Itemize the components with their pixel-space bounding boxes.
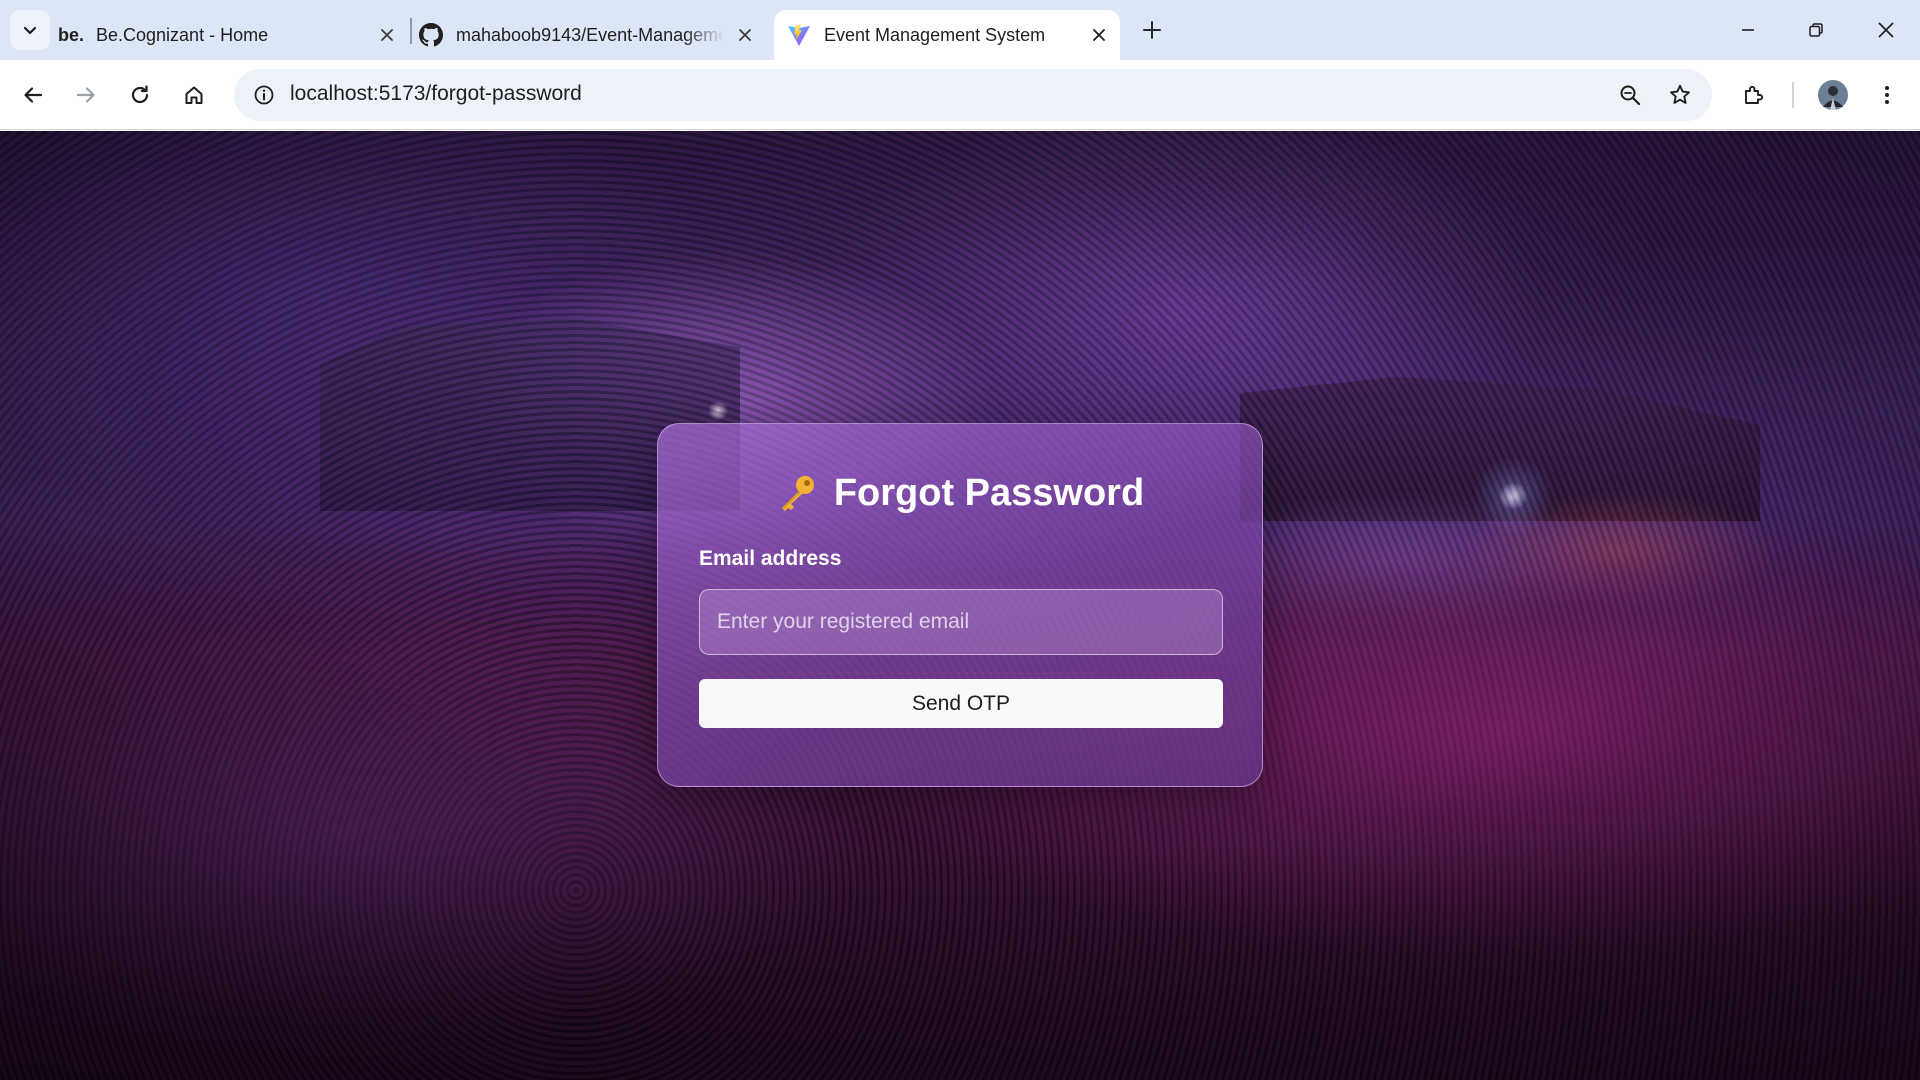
tab-divider: [410, 18, 412, 44]
tab-close-button[interactable]: [1086, 22, 1112, 48]
tab-event-management[interactable]: Event Management System: [774, 10, 1120, 60]
vite-icon: [786, 22, 812, 48]
plus-icon: [1143, 21, 1161, 39]
menu-button[interactable]: [1866, 74, 1908, 116]
page-title: Forgot Password: [658, 472, 1262, 515]
tab-title: mahaboob9143/Event-Management: [456, 24, 724, 45]
window-close-button[interactable]: [1860, 8, 1912, 52]
minimize-icon: [1742, 29, 1754, 31]
extensions-button[interactable]: [1733, 74, 1775, 116]
zoom-icon: [1620, 85, 1641, 106]
tab-search-button[interactable]: [10, 10, 50, 50]
page-title-text: Forgot Password: [833, 472, 1145, 514]
kebab-menu-icon: [1885, 86, 1889, 104]
tab-title: Be.Cognizant - Home: [96, 24, 269, 45]
close-icon: [1093, 29, 1105, 41]
extensions-icon: [1745, 85, 1764, 104]
home-button[interactable]: [173, 74, 215, 116]
back-arrow-icon: [24, 87, 43, 103]
zoom-button[interactable]: [1612, 77, 1648, 113]
chevron-down-icon: [23, 26, 37, 35]
restore-icon: [1809, 23, 1823, 37]
reload-icon: [131, 85, 149, 104]
site-info-button[interactable]: [246, 77, 282, 113]
close-icon: [739, 29, 751, 41]
send-otp-button[interactable]: Send OTP: [699, 679, 1223, 728]
reload-button[interactable]: [119, 74, 161, 116]
info-icon: [254, 85, 274, 105]
minimize-button[interactable]: [1722, 8, 1774, 52]
home-icon: [185, 86, 203, 104]
tab-close-button[interactable]: [374, 22, 400, 48]
email-label: Email address: [699, 547, 842, 570]
address-url[interactable]: localhost:5173/forgot-password: [290, 82, 582, 106]
profile-button[interactable]: [1812, 74, 1854, 116]
tab-github-repo[interactable]: mahaboob9143/Event-Management: [418, 10, 758, 60]
forgot-password-card: Forgot Password Email address Send OTP: [657, 423, 1263, 787]
page-viewport: Forgot Password Email address Send OTP: [0, 131, 1920, 1080]
email-input[interactable]: [699, 589, 1223, 655]
browser-toolbar: localhost:5173/forgot-password: [0, 60, 1920, 130]
tab-becognizant[interactable]: be. Be.Cognizant - Home: [58, 10, 400, 60]
address-bar[interactable]: localhost:5173/forgot-password: [234, 69, 1712, 121]
restore-button[interactable]: [1790, 8, 1842, 52]
forward-arrow-icon: [76, 87, 95, 103]
new-tab-button[interactable]: [1134, 12, 1170, 48]
close-icon: [1878, 22, 1894, 38]
back-button[interactable]: [12, 74, 54, 116]
github-icon: [418, 22, 444, 48]
star-icon: [1670, 84, 1690, 104]
avatar: [1818, 80, 1848, 110]
tab-title: Event Management System: [824, 24, 1046, 45]
tab-strip: be. Be.Cognizant - Home mahaboob9143/Eve…: [0, 0, 1920, 60]
toolbar-divider: [1792, 82, 1794, 108]
tab-close-button[interactable]: [732, 22, 758, 48]
key-icon: [776, 473, 818, 515]
close-icon: [381, 29, 393, 41]
bookmark-button[interactable]: [1662, 77, 1698, 113]
forward-button[interactable]: [65, 74, 107, 116]
becognizant-icon: be.: [58, 24, 85, 45]
